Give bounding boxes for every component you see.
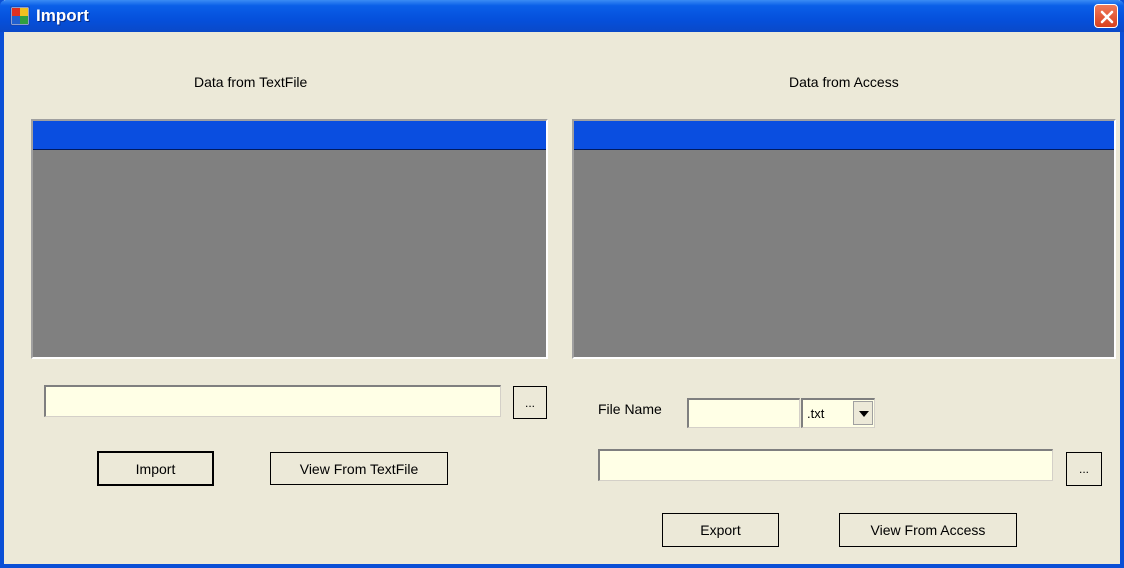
extension-dropdown-button[interactable] (853, 401, 873, 425)
textfile-grid-header (33, 121, 546, 150)
export-button[interactable]: Export (662, 513, 779, 547)
textfile-heading: Data from TextFile (194, 74, 308, 90)
file-name-input[interactable] (687, 398, 800, 428)
close-button[interactable] (1094, 4, 1118, 28)
view-from-textfile-button[interactable]: View From TextFile (270, 452, 448, 485)
textfile-data-grid[interactable] (31, 119, 548, 359)
file-name-label: File Name (598, 401, 662, 417)
access-heading: Data from Access (789, 74, 899, 90)
title-bar[interactable]: Import (0, 0, 1124, 32)
access-browse-button[interactable]: ... (1066, 452, 1102, 486)
window-app-icon (10, 6, 30, 26)
access-grid-header (574, 121, 1114, 150)
extension-selected-value: .txt (807, 406, 825, 421)
extension-select[interactable]: .txt (801, 398, 875, 428)
view-from-access-button[interactable]: View From Access (839, 513, 1017, 547)
import-button[interactable]: Import (97, 451, 214, 486)
textfile-path-input[interactable] (44, 385, 501, 417)
chevron-down-icon (859, 411, 869, 417)
import-window: Import Data from TextFile ... Import Vie… (0, 0, 1124, 568)
access-path-input[interactable] (598, 449, 1053, 481)
access-data-grid[interactable] (572, 119, 1116, 359)
textfile-browse-button[interactable]: ... (513, 386, 547, 419)
close-icon (1100, 10, 1114, 24)
window-title: Import (36, 6, 89, 25)
